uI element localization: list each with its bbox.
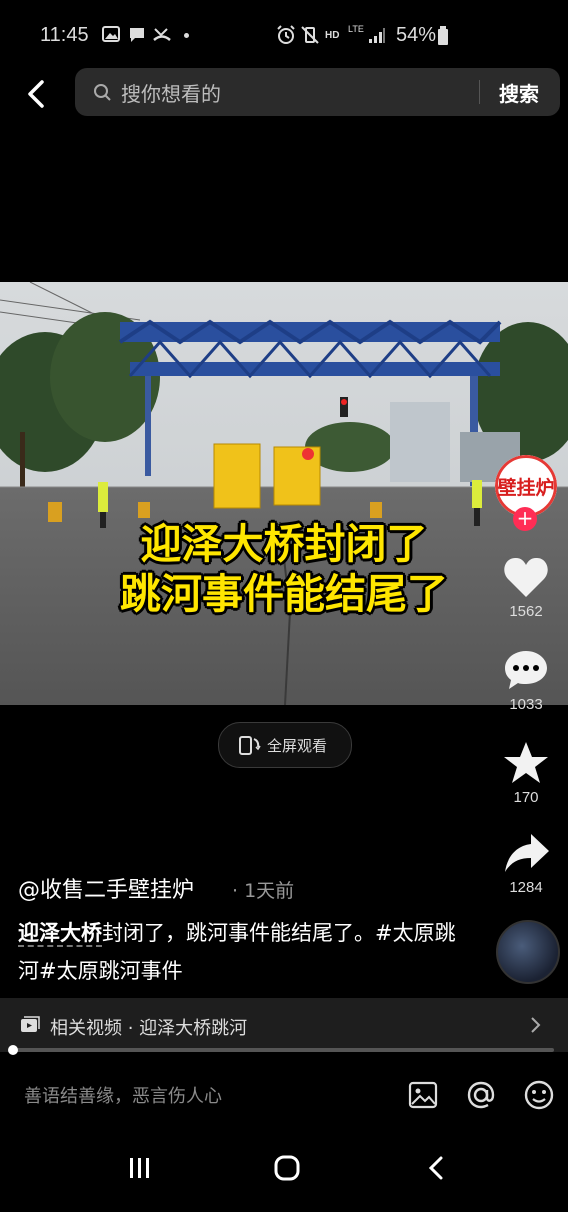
mention-icon[interactable]: [465, 1079, 497, 1115]
share-arrow-icon: [505, 834, 549, 872]
recent-apps-icon: [130, 1158, 149, 1178]
favorite-count: 170: [513, 789, 539, 806]
alarm-icon: [276, 25, 296, 50]
post-description: 迎泽大桥封闭了，跳河事件能结尾了。#太原跳河#太原跳河事件: [18, 914, 458, 990]
fullscreen-button[interactable]: 全屏观看: [218, 722, 352, 768]
video-player[interactable]: 迎泽大桥封闭了 跳河事件能结尾了: [0, 282, 568, 705]
avatar-logo-text: 壁挂炉: [497, 477, 555, 499]
comment-input[interactable]: 善语结善缘，恶言伤人心: [24, 1082, 222, 1108]
lte-badge: LTE: [348, 24, 364, 34]
rotate-screen-icon: [237, 733, 261, 761]
comment-bubble-icon: [505, 651, 547, 689]
follow-plus-button[interactable]: +: [513, 507, 537, 531]
status-time: 11:45: [40, 24, 89, 46]
search-button[interactable]: 搜索: [499, 78, 539, 107]
author-handle[interactable]: @收售二手壁挂炉: [18, 872, 194, 904]
status-bar: 11:45 HD LTE 54%: [0, 0, 568, 72]
like-count: 1562: [509, 603, 543, 620]
missed-call-icon: [152, 25, 172, 48]
search-divider: [479, 80, 480, 104]
hd-badge: HD: [325, 30, 340, 41]
search-icon: [93, 83, 113, 107]
recent-apps-button[interactable]: [128, 1156, 152, 1212]
music-disc-avatar[interactable]: [496, 920, 560, 984]
more-notifications-dot-icon: [184, 33, 189, 38]
video-caption-line2: 跳河事件能结尾了: [120, 570, 448, 618]
progress-knob[interactable]: [8, 1045, 18, 1055]
share-count: 1284: [509, 879, 543, 896]
home-button[interactable]: [273, 1154, 301, 1210]
emoji-icon[interactable]: [523, 1079, 555, 1115]
fullscreen-label: 全屏观看: [267, 737, 328, 755]
video-frame-image: [0, 282, 568, 705]
post-time: · 1天前: [232, 880, 295, 902]
battery-icon: [437, 26, 449, 51]
heart-icon: [504, 557, 548, 597]
home-icon: [274, 1155, 300, 1181]
share-button[interactable]: [503, 832, 551, 878]
battery-percent: 54%: [396, 24, 437, 46]
like-button[interactable]: [502, 555, 550, 603]
back-arrow-icon: [28, 80, 44, 108]
search-bar[interactable]: 搜你想看的 搜索: [75, 68, 560, 116]
vibrate-mute-icon: [300, 25, 320, 50]
related-videos-label: 相关视频 · 迎泽大桥跳河: [50, 1018, 248, 1039]
video-list-icon: [20, 1016, 40, 1038]
star-icon: [504, 742, 548, 783]
gallery-notification-icon: [102, 26, 120, 47]
signal-icon: [368, 26, 386, 49]
favorite-button[interactable]: [502, 740, 550, 790]
chevron-right-icon: [530, 1016, 542, 1038]
keyword-link[interactable]: 迎泽大桥: [18, 921, 102, 947]
related-videos-bar[interactable]: 相关视频 · 迎泽大桥跳河: [0, 998, 568, 1052]
comment-button[interactable]: [503, 648, 549, 696]
message-notification-icon: [128, 26, 146, 49]
nav-back-icon: [428, 1156, 443, 1180]
comment-count: 1033: [509, 696, 543, 713]
search-input[interactable]: 搜你想看的: [121, 78, 221, 107]
image-icon[interactable]: [408, 1080, 438, 1114]
video-progress-bar[interactable]: [8, 1045, 554, 1055]
nav-back-button[interactable]: [424, 1155, 448, 1211]
back-button[interactable]: [18, 72, 58, 116]
